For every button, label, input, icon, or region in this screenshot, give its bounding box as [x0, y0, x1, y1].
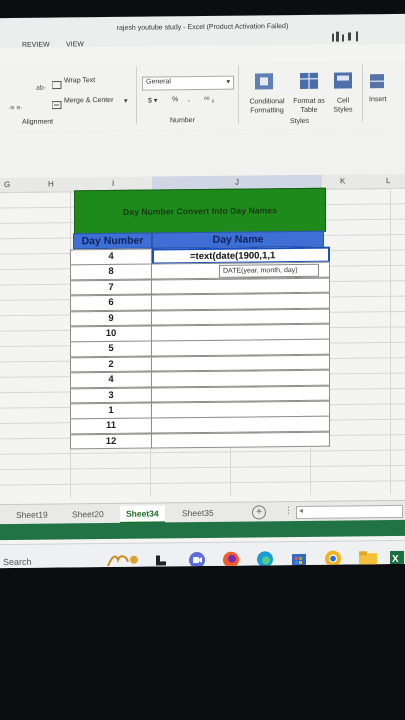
day-number-cell[interactable]: 12 — [70, 433, 152, 450]
day-number-cell[interactable]: 5 — [70, 340, 152, 358]
day-number-cell[interactable]: 2 — [70, 356, 152, 373]
cell-content: =text(date(1900,1,1 — [190, 250, 276, 263]
chevron-down-icon: ▾ — [226, 78, 230, 86]
taskbar-search[interactable]: Search — [3, 557, 32, 567]
header-day-number[interactable]: Day Number — [73, 232, 152, 250]
divider — [238, 65, 239, 124]
day-number-cell[interactable]: 8 — [70, 263, 152, 281]
column-header-l[interactable]: L — [386, 176, 390, 185]
day-name-cell[interactable] — [152, 431, 330, 449]
day-number-cell[interactable]: 7 — [70, 279, 152, 296]
number-format-dropdown[interactable]: General ▾ — [142, 75, 234, 91]
title-bar: rajesh youtube study - Excel (Product Ac… — [0, 13, 405, 49]
svg-text:·≡ ≡·: ·≡ ≡· — [8, 105, 23, 111]
chevron-down-icon[interactable]: ▾ — [124, 97, 128, 105]
sheet-tab-sheet34[interactable]: Sheet34 — [120, 505, 165, 524]
scroll-left-icon[interactable]: ◂ — [299, 506, 303, 515]
number-format-value: General — [146, 78, 171, 86]
column-header-k[interactable]: K — [340, 177, 345, 186]
format-as-table-icon — [298, 71, 322, 96]
tab-review[interactable]: REVIEW — [22, 42, 50, 49]
merge-center-icon — [51, 96, 62, 114]
file-explorer-icon[interactable] — [358, 549, 378, 568]
table-row: 12 — [70, 431, 330, 450]
excel-icon[interactable]: X — [388, 549, 405, 568]
header-day-name[interactable]: Day Name — [152, 230, 324, 249]
day-number-cell[interactable]: 6 — [70, 294, 152, 312]
day-number-cell[interactable]: 10 — [70, 325, 152, 342]
title-banner[interactable]: Day Number Convert Into Day Names — [74, 187, 326, 235]
chat-icon[interactable] — [188, 551, 206, 569]
tab-view[interactable]: VIEW — [66, 41, 84, 48]
store-icon[interactable] — [290, 550, 308, 568]
chrome-icon[interactable] — [324, 550, 342, 569]
excel-window: rajesh youtube study - Excel (Product Ac… — [0, 13, 405, 569]
divider — [136, 66, 137, 125]
wrap-text-icon — [51, 76, 62, 94]
horizontal-scrollbar[interactable]: ◂ — [296, 504, 403, 520]
format-as-table-button[interactable]: Format as Table — [290, 97, 328, 115]
insert-button[interactable]: Insert — [369, 96, 387, 103]
task-view-icon[interactable] — [154, 553, 168, 568]
divider — [362, 64, 363, 123]
sheet-tab-sheet35[interactable]: Sheet35 — [176, 505, 220, 521]
day-number-cell[interactable]: 4 — [70, 371, 152, 389]
day-number-cell[interactable]: 11 — [70, 417, 152, 435]
decimal-icon[interactable]: ⁰⁰ ₀ — [204, 96, 214, 104]
formula-area — [0, 127, 405, 182]
comma-button[interactable]: , — [188, 96, 190, 103]
percent-button[interactable]: % — [172, 96, 178, 103]
conditional-formatting-icon — [252, 71, 278, 96]
edge-icon[interactable] — [256, 550, 274, 568]
banner-text: Day Number Convert Into Day Names — [123, 205, 277, 217]
alignment-group-label: Alignment — [22, 118, 54, 126]
day-number-cell[interactable]: 3 — [70, 387, 152, 404]
orientation-icon[interactable]: ab· — [36, 78, 52, 96]
taskbar: Search X — [0, 539, 405, 569]
sheet-tab-sheet20[interactable]: Sheet20 — [66, 506, 110, 522]
number-group-label: Number — [170, 117, 195, 125]
currency-icon[interactable]: $ ▾ — [148, 96, 157, 104]
add-sheet-icon[interactable]: + — [252, 505, 266, 520]
widgets-icon[interactable] — [106, 552, 142, 568]
status-bar — [0, 519, 405, 541]
firefox-icon[interactable] — [222, 551, 240, 569]
cell-styles-icon — [332, 70, 356, 95]
insert-cells-icon — [368, 72, 386, 95]
function-tooltip: DATE(year, month, day) — [219, 263, 319, 278]
sheet-tab-sheet19[interactable]: Sheet19 — [10, 507, 54, 523]
merge-center-button[interactable]: Merge & Center — [64, 97, 113, 105]
indent-icon[interactable]: ·≡ ≡· — [8, 98, 48, 116]
day-number-cell[interactable]: 1 — [70, 402, 152, 419]
styles-group-label: Styles — [290, 117, 310, 126]
conditional-formatting-button[interactable]: Conditional Formatting — [243, 97, 291, 116]
ribbon: ab· Wrap Text ·≡ ≡· Merge & Center ▾ Ali… — [0, 59, 405, 134]
cell-styles-button[interactable]: Cell Styles — [330, 96, 356, 114]
column-header-i[interactable]: I — [112, 179, 114, 188]
column-header-h[interactable]: H — [48, 180, 54, 189]
wrap-text-button[interactable]: Wrap Text — [64, 77, 95, 84]
svg-text:X: X — [392, 554, 399, 565]
tab-scroll-divider: ⋮ — [284, 505, 293, 516]
svg-text:ab·: ab· — [36, 85, 46, 91]
qr-decoration-icon — [330, 30, 390, 43]
day-number-cell[interactable]: 4 — [70, 248, 152, 265]
day-number-cell[interactable]: 9 — [70, 310, 152, 327]
column-header-g[interactable]: G — [4, 180, 10, 189]
